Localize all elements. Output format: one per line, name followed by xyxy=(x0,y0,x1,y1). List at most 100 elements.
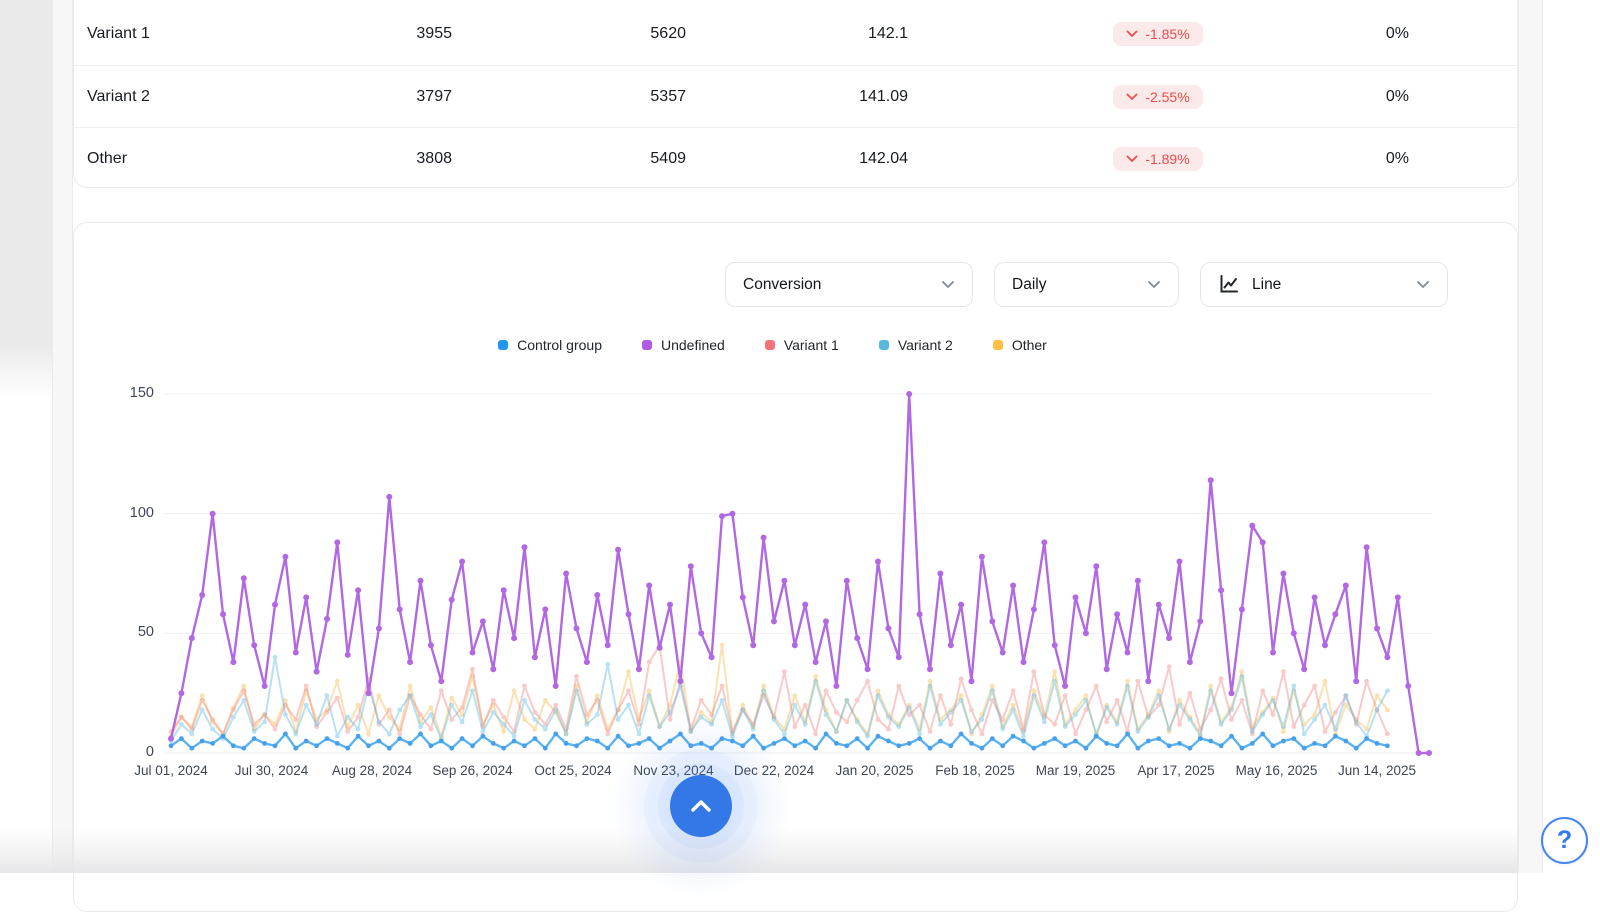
data-point xyxy=(283,712,288,717)
data-point xyxy=(501,715,506,720)
data-point xyxy=(386,494,392,500)
data-point xyxy=(875,559,881,565)
data-point xyxy=(1115,698,1120,703)
right-scrollbar-track[interactable] xyxy=(1518,0,1543,873)
data-point xyxy=(1156,688,1161,693)
data-point xyxy=(1270,650,1276,656)
data-point xyxy=(387,746,392,751)
data-point xyxy=(1208,684,1213,689)
data-point xyxy=(429,727,434,732)
row-label: Variant 2 xyxy=(74,88,361,106)
data-point xyxy=(1188,746,1193,751)
data-point xyxy=(782,669,787,674)
data-point xyxy=(304,684,309,689)
left-scrollbar-track[interactable] xyxy=(52,0,73,873)
data-point xyxy=(1375,693,1380,698)
data-point xyxy=(272,602,278,608)
series-control-group xyxy=(169,732,1390,751)
data-point xyxy=(1291,630,1297,636)
data-point xyxy=(210,741,215,746)
data-point xyxy=(366,732,371,737)
data-point xyxy=(1197,618,1203,624)
data-point xyxy=(262,741,267,746)
data-point xyxy=(885,626,891,632)
data-point xyxy=(481,734,486,739)
data-point xyxy=(169,743,174,748)
data-point xyxy=(1374,626,1380,632)
data-point xyxy=(1145,678,1151,684)
data-point xyxy=(834,729,839,734)
data-point xyxy=(761,684,766,689)
data-point xyxy=(1343,583,1349,589)
data-point xyxy=(470,688,475,693)
data-point xyxy=(200,693,205,698)
data-point xyxy=(813,674,818,679)
data-point xyxy=(377,693,382,698)
scroll-top-button[interactable] xyxy=(670,775,732,837)
data-point xyxy=(698,630,704,636)
data-point xyxy=(1240,746,1245,751)
data-point xyxy=(626,611,632,617)
data-point xyxy=(771,618,777,624)
data-point xyxy=(948,642,954,648)
data-point xyxy=(1249,523,1255,529)
data-point xyxy=(1177,722,1182,727)
data-point xyxy=(1125,732,1130,737)
data-point xyxy=(1218,587,1224,593)
row-value-2: 5357 xyxy=(452,88,686,106)
data-point xyxy=(730,734,735,739)
data-point xyxy=(1084,693,1089,698)
data-point xyxy=(782,736,787,741)
data-point xyxy=(512,734,517,739)
data-point xyxy=(1052,722,1057,727)
data-point xyxy=(501,746,506,751)
data-point xyxy=(1104,720,1109,725)
data-point xyxy=(1198,736,1203,741)
data-point xyxy=(1093,563,1099,569)
data-point xyxy=(709,712,714,717)
data-point xyxy=(470,667,475,672)
help-button[interactable]: ? xyxy=(1541,817,1588,864)
data-point xyxy=(729,511,735,517)
data-point xyxy=(1177,741,1182,746)
data-point xyxy=(927,666,933,672)
row-share: 0% xyxy=(1375,88,1517,106)
data-point xyxy=(876,717,881,722)
data-point xyxy=(761,746,766,751)
data-point xyxy=(647,693,652,698)
data-point xyxy=(720,684,725,689)
data-point xyxy=(449,696,454,701)
data-point xyxy=(449,717,454,722)
data-point xyxy=(449,597,455,603)
data-point xyxy=(990,736,995,741)
data-point xyxy=(896,684,901,689)
data-point xyxy=(1135,578,1141,584)
data-point xyxy=(1260,539,1266,545)
data-point xyxy=(1301,666,1307,672)
data-point xyxy=(928,729,933,734)
table-row: Other 3808 5409 142.04 -1.89% 0% xyxy=(74,127,1517,189)
data-point xyxy=(1177,703,1182,708)
table-row: Variant 2 3797 5357 141.09 -2.55% 0% xyxy=(74,65,1517,127)
data-point xyxy=(314,743,319,748)
data-point xyxy=(782,732,787,737)
x-axis-tick-label: Oct 25, 2024 xyxy=(518,763,628,778)
data-point xyxy=(293,732,298,737)
data-point xyxy=(688,563,694,569)
data-point xyxy=(1281,729,1286,734)
data-point xyxy=(1271,698,1276,703)
data-point xyxy=(241,688,246,693)
x-axis-tick-label: Jun 14, 2025 xyxy=(1322,763,1432,778)
data-point xyxy=(1291,736,1296,741)
data-point xyxy=(304,703,309,708)
data-point xyxy=(1302,746,1307,751)
data-point xyxy=(1405,683,1411,689)
data-point xyxy=(1146,739,1151,744)
data-point xyxy=(1219,743,1224,748)
data-point xyxy=(906,391,912,397)
data-point xyxy=(647,660,652,665)
data-point xyxy=(522,544,528,550)
data-point xyxy=(553,732,558,737)
data-point xyxy=(1260,732,1265,737)
data-point xyxy=(407,659,413,665)
